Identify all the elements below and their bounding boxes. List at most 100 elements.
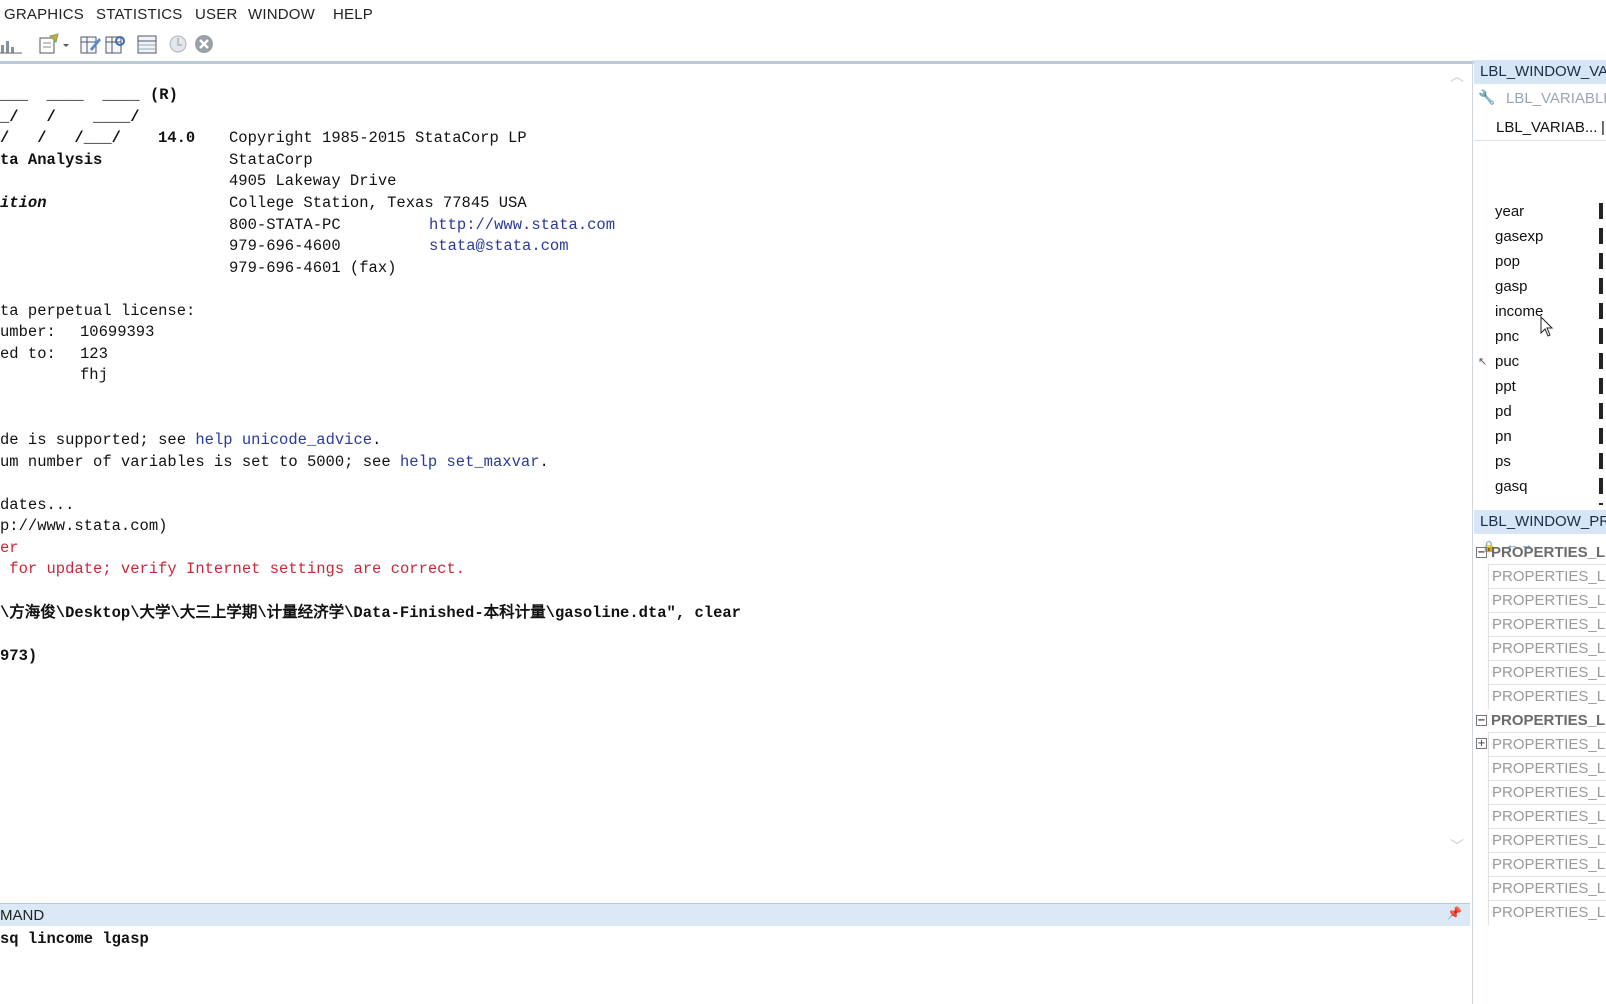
unicode-advice-link[interactable]: help unicode_advice: [195, 431, 372, 449]
label-column-edge: |: [1601, 119, 1605, 136]
phone-number: 800-STATA-PC: [229, 216, 341, 234]
property-label: PROPERTIES_LBL: [1492, 688, 1606, 705]
scroll-down-icon[interactable]: ﹀: [1450, 836, 1464, 858]
variable-name-column-label: LBL_VARIAB...: [1496, 119, 1598, 136]
variable-row[interactable]: pd: [1474, 401, 1606, 426]
menu-window[interactable]: WINDOW: [248, 6, 315, 23]
command-input[interactable]: [0, 927, 1470, 951]
property-label: PROPERTIES_LBL: [1492, 832, 1606, 849]
break-icon[interactable]: [193, 33, 215, 55]
property-label: PROPERTIES_LBL: [1492, 808, 1606, 825]
unicode-notice-text: de is supported; see: [0, 431, 196, 449]
variable-label-clipped: [1599, 303, 1603, 319]
variable-label-clipped: [1599, 278, 1603, 294]
variables-filter-input[interactable]: LBL_VARIABLES_FILTER: [1506, 90, 1606, 107]
graph-icon[interactable]: [0, 33, 22, 55]
property-label: PROPERTIES_LBL: [1492, 568, 1606, 585]
fax-number: 979-696-4601 (fax): [229, 259, 397, 277]
collapse-icon[interactable]: −: [1476, 715, 1487, 726]
property-label: PROPERTIES_LBL: [1492, 784, 1606, 801]
stata-version: 14.0: [158, 129, 196, 147]
property-row[interactable]: PROPERTIES_LBL: [1488, 828, 1606, 853]
variable-label-clipped: [1599, 453, 1603, 469]
unicode-notice: de is supported; see help unicode_advice…: [0, 429, 381, 451]
variable-name: gasq: [1495, 478, 1528, 495]
update-check-line: dates...: [0, 496, 75, 514]
collapse-icon[interactable]: −: [1476, 547, 1487, 558]
property-row[interactable]: PROPERTIES_LBL: [1488, 852, 1606, 877]
variable-row[interactable]: ps: [1474, 451, 1606, 476]
variable-name: pn: [1495, 428, 1512, 445]
copyright-text: Copyright 1985-2015 StataCorp LP: [229, 129, 527, 147]
variable-row[interactable]: gasp: [1474, 276, 1606, 301]
variable-label-clipped: [1599, 503, 1603, 505]
data-editor-edit-icon[interactable]: [79, 33, 101, 55]
property-group-data[interactable]: −PROPERTIES_LBL: [1474, 709, 1606, 733]
property-group-label: PROPERTIES_LBL: [1491, 712, 1606, 729]
pin-icon[interactable]: 📌: [1447, 906, 1462, 920]
variable-name: gasexp: [1495, 228, 1544, 245]
property-row[interactable]: PROPERTIES_LBL: [1488, 684, 1606, 709]
use-command-line: \方海俊\Desktop\大学\大三上学期\计量经济学\Data-Finishe…: [0, 604, 741, 622]
wrench-icon[interactable]: 🔧: [1478, 90, 1495, 106]
variable-row[interactable]: ppt: [1474, 376, 1606, 401]
property-row[interactable]: PROPERTIES_LBL: [1488, 588, 1606, 613]
property-row[interactable]: PROPERTIES_LBL: [1488, 636, 1606, 661]
property-row[interactable]: PROPERTIES_LBL: [1488, 612, 1606, 637]
variable-label-clipped: [1599, 253, 1603, 269]
update-url-line: p://www.stata.com): [0, 517, 168, 535]
variables-column-header[interactable]: LBL_VARIAB... |: [1474, 116, 1606, 141]
dropdown-icon[interactable]: [62, 33, 70, 55]
variable-name: year: [1495, 203, 1525, 220]
property-group-variable[interactable]: −PROPERTIES_LBL: [1474, 541, 1606, 565]
property-label: PROPERTIES_LBL: [1492, 664, 1606, 681]
set-maxvar-link[interactable]: help set_maxvar: [400, 453, 540, 471]
menu-help[interactable]: HELP: [333, 6, 373, 23]
variable-row[interactable]: lincome: [1474, 501, 1606, 505]
variable-label-clipped: [1599, 478, 1603, 494]
property-label: PROPERTIES_LBL: [1492, 592, 1606, 609]
property-row[interactable]: PROPERTIES_LBL: [1488, 660, 1606, 685]
variable-row[interactable]: pn: [1474, 426, 1606, 451]
variable-row[interactable]: pop: [1474, 251, 1606, 276]
property-label: PROPERTIES_LBL: [1492, 736, 1606, 753]
expand-icon[interactable]: +: [1476, 738, 1487, 749]
error-line-2: for update; verify Internet settings are…: [0, 560, 466, 578]
dataset-label-line: 973): [0, 647, 38, 665]
selected-row-arrow-icon: ↖: [1478, 356, 1488, 368]
property-label: PROPERTIES_LBL: [1492, 904, 1606, 921]
scroll-up-icon[interactable]: ︿: [1450, 66, 1464, 88]
variable-label-clipped: [1599, 428, 1603, 444]
company-name: StataCorp: [229, 151, 313, 169]
property-row[interactable]: PROPERTIES_LBL: [1488, 780, 1606, 805]
properties-window: LBL_WINDOW_PROPERTIES 🔒 ← → −PROPERTIES_…: [1474, 510, 1606, 1004]
menu-user[interactable]: USER: [195, 6, 237, 23]
variable-name: ppt: [1495, 378, 1516, 395]
variables-window: LBL_WINDOW_VARIABLES 🔧 LBL_VARIABLES_FIL…: [1474, 60, 1606, 505]
property-row[interactable]: PROPERTIES_LBL: [1488, 564, 1606, 589]
property-row[interactable]: PROPERTIES_LBL: [1488, 804, 1606, 829]
do-file-editor-icon[interactable]: [38, 33, 60, 55]
website-link[interactable]: http://www.stata.com: [429, 214, 615, 236]
pane-divider[interactable]: [1472, 60, 1473, 1004]
licensed-to-1: 123: [80, 345, 108, 363]
more-icon[interactable]: [167, 33, 189, 55]
variable-row[interactable]: year: [1474, 201, 1606, 226]
variable-row[interactable]: gasexp: [1474, 226, 1606, 251]
command-window-title: MAND: [0, 907, 45, 924]
maxvar-notice-end: .: [539, 453, 549, 471]
property-row[interactable]: PROPERTIES_LBL: [1488, 876, 1606, 901]
variables-manager-icon[interactable]: [136, 33, 158, 55]
property-row[interactable]: PROPERTIES_LBL: [1488, 900, 1606, 925]
property-row[interactable]: PROPERTIES_LBL: [1488, 732, 1606, 757]
property-group-label: PROPERTIES_LBL: [1491, 544, 1606, 561]
variable-row[interactable]: gasq: [1474, 476, 1606, 501]
serial-number: 10699393: [80, 323, 155, 341]
email-link[interactable]: stata@stata.com: [429, 235, 569, 257]
variable-row[interactable]: ↖ puc: [1474, 351, 1606, 376]
data-browser-icon[interactable]: [104, 33, 126, 55]
menu-statistics[interactable]: STATISTICS: [96, 6, 182, 23]
property-row[interactable]: PROPERTIES_LBL: [1488, 756, 1606, 781]
variable-name: pd: [1495, 403, 1512, 420]
menu-graphics[interactable]: GRAPHICS: [4, 6, 84, 23]
